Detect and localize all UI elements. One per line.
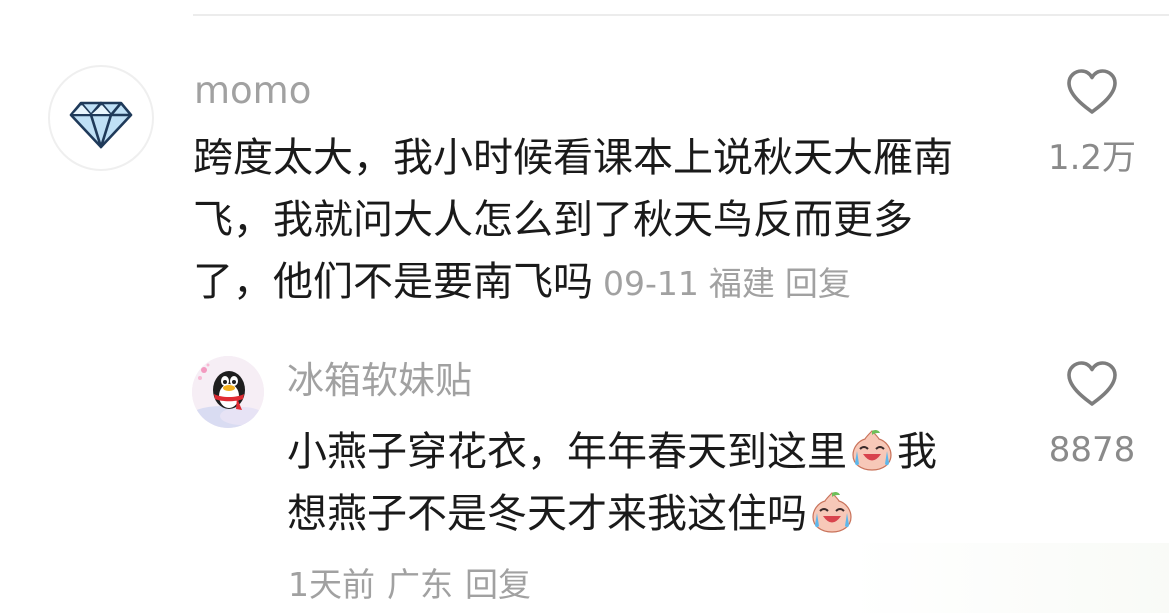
- diamond-icon: [69, 101, 133, 149]
- comment-date: 09-11: [603, 264, 699, 303]
- username[interactable]: momo: [194, 72, 311, 109]
- comment-body: 跨度太大，我小时候看课本上说秋天大雁南 飞，我就问大人怎么到了秋天鸟反而更多 了…: [193, 127, 1023, 313]
- penguin-avatar-icon: [192, 356, 264, 428]
- comment-line: 飞，我就问大人怎么到了秋天鸟反而更多: [193, 197, 913, 243]
- reply-button[interactable]: 回复: [465, 565, 531, 604]
- comment-fragment: 想燕子不是冬天才来我这住吗: [287, 491, 807, 537]
- comment-line: 跨度太大，我小时候看课本上说秋天大雁南: [193, 135, 953, 181]
- comment-fragment: 小燕子穿花衣，年年春天到这里: [287, 429, 847, 475]
- comment-list: momo 跨度太大，我小时候看课本上说秋天大雁南 飞，我就问大人怎么到了秋天鸟反…: [0, 0, 1169, 613]
- comment-location: 广东: [387, 565, 453, 604]
- comment-meta: 09-11 福建 回复: [603, 264, 861, 303]
- like-count: 8878: [1048, 430, 1136, 470]
- comment-body: 小燕子穿花衣，年年春天到这里 我 想燕子不是冬天才来我这住吗: [287, 421, 1027, 545]
- comment-time: 1天前: [288, 565, 375, 604]
- crying-laughing-peach-emoji-icon: [852, 429, 892, 471]
- reply-button[interactable]: 回复: [785, 264, 851, 303]
- heart-icon: [1067, 361, 1117, 406]
- like-button[interactable]: 8878: [1037, 360, 1147, 470]
- crying-laughing-peach-emoji-icon: [812, 491, 852, 533]
- comment-line: 想燕子不是冬天才来我这住吗: [287, 483, 1027, 545]
- comment-meta: 1天前 广东 回复: [288, 563, 543, 607]
- comment-line-last: 了，他们不是要南飞吗 09-11 福建 回复: [193, 251, 1023, 313]
- comment-fragment: 我: [897, 429, 937, 475]
- comment-location: 福建: [708, 264, 775, 303]
- username[interactable]: 冰箱软妹贴: [287, 362, 472, 399]
- heart-icon: [1067, 69, 1117, 114]
- comment-line: 小燕子穿花衣，年年春天到这里 我: [287, 421, 1027, 483]
- avatar[interactable]: [48, 65, 154, 171]
- background-fade: [849, 543, 1169, 613]
- comment-line: 了，他们不是要南飞吗: [193, 259, 593, 305]
- divider: [193, 14, 1169, 16]
- like-button[interactable]: 1.2万: [1037, 68, 1147, 178]
- like-count: 1.2万: [1047, 138, 1137, 178]
- avatar[interactable]: [192, 356, 264, 428]
